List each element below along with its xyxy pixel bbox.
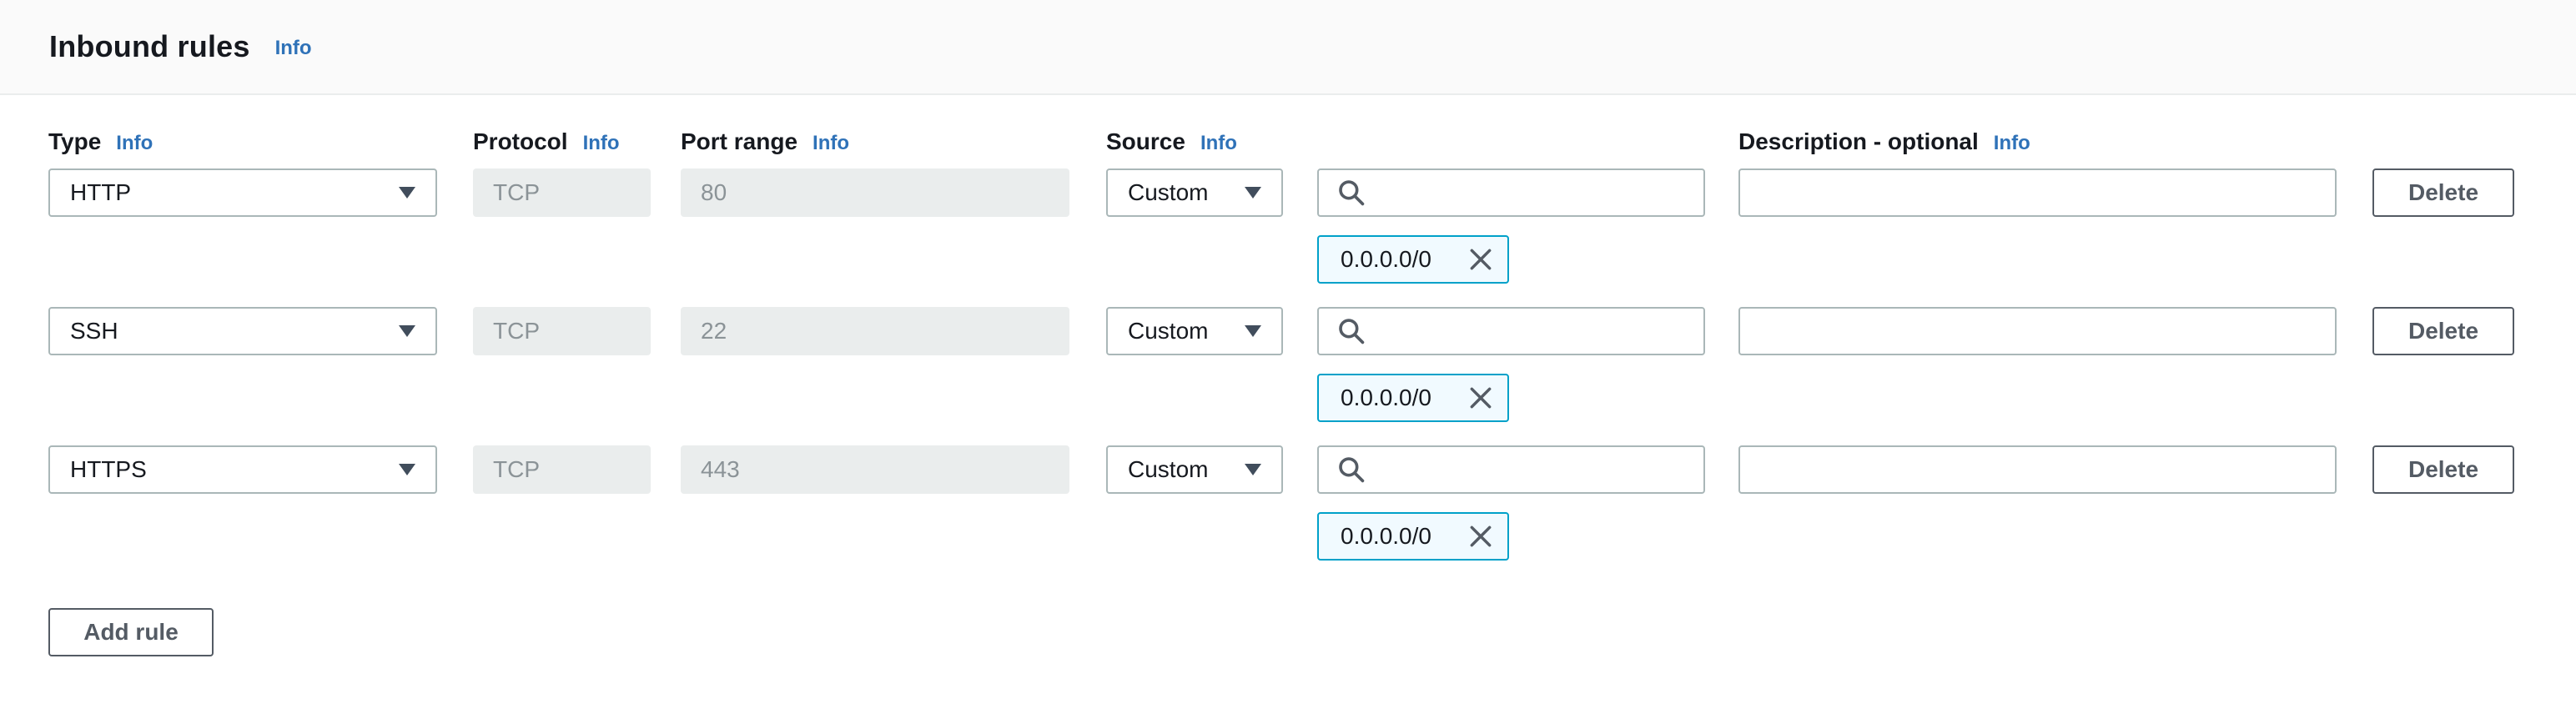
source-select-value: Custom xyxy=(1128,318,1208,344)
rule-row-http: HTTP TCP 80 Custom xyxy=(48,168,2576,284)
description-input[interactable] xyxy=(1738,445,2337,494)
caret-down-icon xyxy=(397,324,417,338)
port-range-field: 443 xyxy=(681,445,1069,494)
column-header-description: Description - optional Info xyxy=(1738,128,2337,155)
source-select-value: Custom xyxy=(1128,179,1208,206)
source-select[interactable]: Custom xyxy=(1106,445,1283,494)
protocol-value: TCP xyxy=(493,456,540,483)
protocol-field: TCP xyxy=(473,168,651,217)
source-info-link[interactable]: Info xyxy=(1200,132,1237,155)
type-select-value: SSH xyxy=(70,318,118,344)
add-rule-row: Add rule xyxy=(48,608,2576,656)
caret-down-icon xyxy=(397,186,417,199)
close-icon[interactable] xyxy=(1467,523,1494,550)
type-select[interactable]: HTTPS xyxy=(48,445,437,494)
caret-down-icon xyxy=(1243,463,1263,476)
column-header-port-range: Port range Info xyxy=(681,128,1069,155)
source-search-input[interactable] xyxy=(1317,445,1705,494)
source-select[interactable]: Custom xyxy=(1106,168,1283,217)
search-icon xyxy=(1336,454,1367,485)
column-header-type: Type Info xyxy=(48,128,437,155)
source-cidr-token: 0.0.0.0/0 xyxy=(1317,374,1509,422)
search-icon xyxy=(1336,315,1367,347)
protocol-label: Protocol xyxy=(473,128,568,155)
type-info-link[interactable]: Info xyxy=(116,132,153,155)
source-cidr-token: 0.0.0.0/0 xyxy=(1317,512,1509,561)
column-header-source: Source Info xyxy=(1106,128,1283,155)
source-select[interactable]: Custom xyxy=(1106,307,1283,355)
delete-rule-button[interactable]: Delete xyxy=(2372,168,2514,217)
port-range-field: 80 xyxy=(681,168,1069,217)
source-search-input[interactable] xyxy=(1317,307,1705,355)
column-header-protocol: Protocol Info xyxy=(473,128,651,155)
port-range-value: 80 xyxy=(701,179,727,206)
source-cidr-token-label: 0.0.0.0/0 xyxy=(1341,385,1431,411)
column-headers-row: Type Info Protocol Info Port range Info … xyxy=(48,120,2576,155)
rules-table: Type Info Protocol Info Port range Info … xyxy=(0,120,2576,656)
close-icon[interactable] xyxy=(1467,385,1494,411)
source-cidr-token: 0.0.0.0/0 xyxy=(1317,235,1509,284)
inbound-rules-header: Inbound rules Info xyxy=(0,0,2576,95)
type-select-value: HTTPS xyxy=(70,456,147,483)
delete-rule-button[interactable]: Delete xyxy=(2372,307,2514,355)
page-title: Inbound rules xyxy=(49,29,250,64)
description-label: Description - optional xyxy=(1738,128,1979,155)
delete-rule-button[interactable]: Delete xyxy=(2372,445,2514,494)
port-range-value: 22 xyxy=(701,318,727,344)
port-range-value: 443 xyxy=(701,456,740,483)
caret-down-icon xyxy=(397,463,417,476)
type-select-value: HTTP xyxy=(70,179,131,206)
port-range-info-link[interactable]: Info xyxy=(813,132,849,155)
protocol-value: TCP xyxy=(493,179,540,206)
source-label: Source xyxy=(1106,128,1185,155)
rule-row-ssh: SSH TCP 22 Custom xyxy=(48,307,2576,422)
rule-row-https: HTTPS TCP 443 Custom xyxy=(48,445,2576,561)
caret-down-icon xyxy=(1243,186,1263,199)
protocol-info-link[interactable]: Info xyxy=(583,132,620,155)
description-info-link[interactable]: Info xyxy=(1994,132,2030,155)
add-rule-button[interactable]: Add rule xyxy=(48,608,214,656)
type-select[interactable]: HTTP xyxy=(48,168,437,217)
port-range-field: 22 xyxy=(681,307,1069,355)
protocol-value: TCP xyxy=(493,318,540,344)
port-range-label: Port range xyxy=(681,128,797,155)
source-cidr-token-label: 0.0.0.0/0 xyxy=(1341,246,1431,273)
type-select[interactable]: SSH xyxy=(48,307,437,355)
source-cidr-token-label: 0.0.0.0/0 xyxy=(1341,523,1431,550)
protocol-field: TCP xyxy=(473,307,651,355)
close-icon[interactable] xyxy=(1467,246,1494,273)
protocol-field: TCP xyxy=(473,445,651,494)
type-label: Type xyxy=(48,128,101,155)
search-icon xyxy=(1336,177,1367,209)
source-select-value: Custom xyxy=(1128,456,1208,483)
inbound-rules-info-link[interactable]: Info xyxy=(275,37,312,60)
description-input[interactable] xyxy=(1738,307,2337,355)
caret-down-icon xyxy=(1243,324,1263,338)
description-input[interactable] xyxy=(1738,168,2337,217)
source-search-input[interactable] xyxy=(1317,168,1705,217)
